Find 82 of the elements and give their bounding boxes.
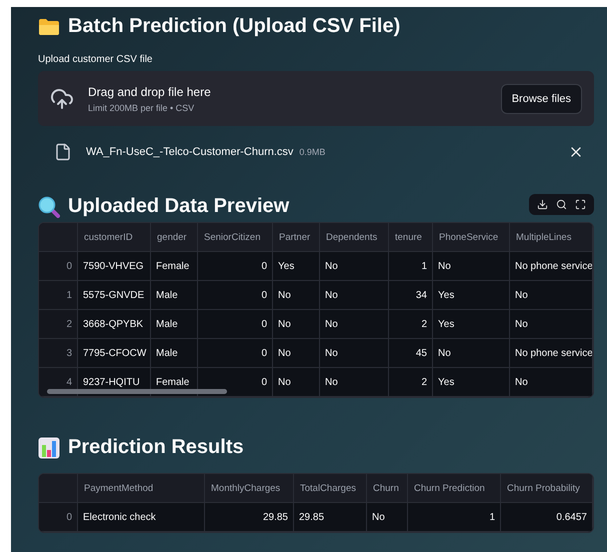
table-cell: Yes: [433, 368, 510, 397]
magnifier-icon: [38, 196, 60, 218]
table-cell: Female: [151, 252, 198, 281]
row-index: 3: [39, 339, 78, 368]
column-header[interactable]: MultipleLines: [510, 223, 593, 252]
table-cell: No: [273, 310, 320, 339]
table-cell: No: [320, 310, 389, 339]
column-header[interactable]: Dependents: [320, 223, 389, 252]
table-cell: 7795-CFOCW: [78, 339, 151, 368]
table-cell: 29.85: [205, 503, 294, 532]
bar-chart-icon: [38, 436, 60, 458]
file-icon: [54, 143, 72, 161]
table-cell: 0: [198, 252, 273, 281]
upload-limit: Limit 200MB per file • CSV: [88, 102, 196, 112]
search-icon[interactable]: [556, 199, 567, 210]
section-title: Prediction Results: [68, 436, 244, 459]
table-cell: 29.85: [294, 503, 367, 532]
file-name: WA_Fn-UseC_-Telco-Customer-Churn.csv: [86, 146, 294, 158]
fullscreen-icon[interactable]: [575, 199, 586, 210]
file-dropzone[interactable]: Drag and drop file here Limit 200MB per file • CSV Browse files: [38, 71, 594, 126]
table-cell: 1: [389, 252, 433, 281]
table-cell: 5575-GNVDE: [78, 281, 151, 310]
table-cell: Yes: [433, 310, 510, 339]
table-cell: No: [320, 368, 389, 397]
scrollbar[interactable]: [47, 389, 227, 394]
row-index: 0: [39, 252, 78, 281]
table-cell: Yes: [273, 252, 320, 281]
dropzone-prompt: Drag and drop file here: [88, 84, 212, 98]
table-cell: 45: [389, 339, 433, 368]
table-cell: No: [433, 339, 510, 368]
column-header[interactable]: SeniorCitizen: [198, 223, 273, 252]
table-cell: 7590-VHVEG: [78, 252, 151, 281]
row-index: 0: [39, 503, 78, 532]
column-header[interactable]: tenure: [389, 223, 433, 252]
table-cell: Male: [151, 310, 198, 339]
table-cell: 34: [389, 281, 433, 310]
table-cell: 2: [389, 368, 433, 397]
column-header[interactable]: PhoneService: [433, 223, 510, 252]
row-index: 1: [39, 281, 78, 310]
table-cell: 1: [408, 503, 501, 532]
table-cell: No: [367, 503, 408, 532]
table-cell: No: [510, 310, 593, 339]
browse-files-button[interactable]: Browse files: [500, 84, 582, 114]
column-header[interactable]: PaymentMethod: [78, 474, 205, 503]
table-cell: 0.6457: [501, 503, 593, 532]
cloud-upload-icon: [50, 86, 74, 110]
table-cell: 0: [198, 310, 273, 339]
table-cell: Electronic check: [78, 503, 205, 532]
table-cell: Male: [151, 339, 198, 368]
file-size: 0.9MB: [299, 147, 326, 157]
table-cell: 0: [198, 368, 273, 397]
table-cell: No phone service: [510, 252, 593, 281]
table-cell: No: [273, 281, 320, 310]
column-header[interactable]: Churn Probability: [501, 474, 593, 503]
table-cell: Male: [151, 281, 198, 310]
table-cell: 0: [198, 339, 273, 368]
download-icon[interactable]: [537, 199, 548, 210]
column-header[interactable]: gender: [151, 223, 198, 252]
table-cell: No: [510, 281, 593, 310]
table-cell: 2: [389, 310, 433, 339]
section-title: Batch Prediction (Upload CSV File): [68, 15, 400, 38]
table-cell: No: [433, 252, 510, 281]
section-title: Uploaded Data Preview: [68, 195, 290, 218]
uploader-label: Upload customer CSV file: [38, 54, 154, 65]
table-cell: No: [320, 281, 389, 310]
table-cell: No: [320, 339, 389, 368]
column-header[interactable]: Partner: [273, 223, 320, 252]
table-cell: Yes: [433, 281, 510, 310]
table-cell: No: [273, 339, 320, 368]
table-cell: No: [320, 252, 389, 281]
table-cell: 3668-QPYBK: [78, 310, 151, 339]
row-index: 2: [39, 310, 78, 339]
column-header[interactable]: Churn Prediction: [408, 474, 501, 503]
table-cell: No phone service: [510, 339, 593, 368]
table-cell: No: [273, 368, 320, 397]
column-header[interactable]: Churn: [367, 474, 408, 503]
column-header[interactable]: MonthlyCharges: [205, 474, 294, 503]
folder-icon: [38, 18, 60, 36]
table-cell: 0: [198, 281, 273, 310]
column-header[interactable]: TotalCharges: [294, 474, 367, 503]
table-cell: No: [510, 368, 593, 397]
column-header[interactable]: customerID: [78, 223, 151, 252]
